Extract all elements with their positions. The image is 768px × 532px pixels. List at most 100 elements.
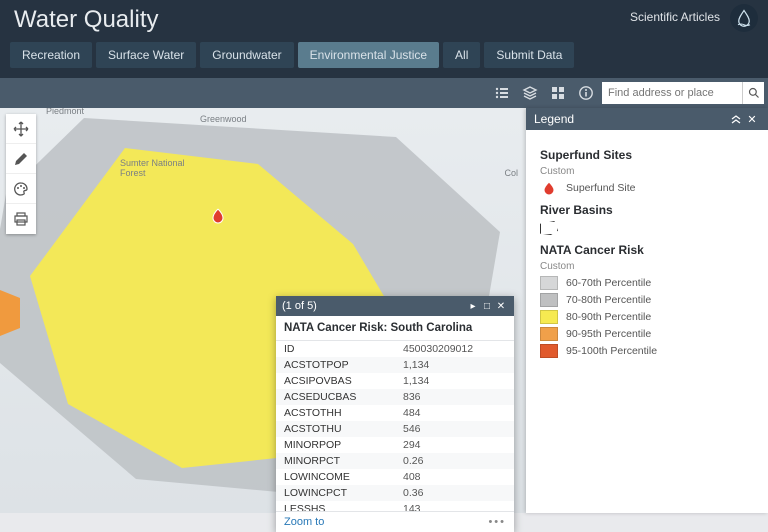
attribute-value: 408 (395, 469, 514, 485)
attribute-key: ACSTOTHU (276, 421, 395, 437)
attribute-value: 294 (395, 437, 514, 453)
attribute-key: ACSTOTPOP (276, 357, 395, 373)
printer-icon (13, 211, 29, 227)
legend-button[interactable] (490, 81, 514, 105)
attribute-key: LOWINCPCT (276, 485, 395, 501)
attribute-row: ACSEDUCBAS836 (276, 389, 514, 405)
label-sumter-nf: Sumter National Forest (120, 158, 190, 178)
list-icon (494, 85, 510, 101)
legend-basins-heading: River Basins (540, 203, 754, 217)
pan-tool[interactable] (6, 114, 36, 144)
superfund-swatch (540, 181, 558, 195)
legend-title: Legend (534, 112, 574, 126)
label-piedmont: Piedmont (46, 108, 84, 116)
attribute-key: ACSEDUCBAS (276, 389, 395, 405)
tab-environmental-justice[interactable]: Environmental Justice (298, 42, 439, 68)
legend-superfund-heading: Superfund Sites (540, 148, 754, 162)
info-button[interactable] (574, 81, 598, 105)
feature-popup: (1 of 5) ▸ □ ✕ NATA Cancer Risk: South C… (276, 296, 514, 532)
attribute-value: 1,134 (395, 373, 514, 389)
popup-header[interactable]: (1 of 5) ▸ □ ✕ (276, 296, 514, 316)
legend-panel: Legend ✕ Superfund Sites Custom Superfun… (526, 108, 768, 513)
legend-nata-item: 60-70th Percentile (540, 276, 754, 290)
tab-surface-water[interactable]: Surface Water (96, 42, 196, 68)
tab-submit-data[interactable]: Submit Data (484, 42, 574, 68)
legend-collapse-button[interactable] (728, 114, 744, 124)
legend-nata-item: 90-95th Percentile (540, 327, 754, 341)
attribute-value: 0.36 (395, 485, 514, 501)
attribute-key: MINORPCT (276, 453, 395, 469)
attribute-value: 450030209012 (395, 341, 514, 357)
basin-swatch (540, 221, 558, 235)
nata-label: 70-80th Percentile (566, 294, 651, 306)
legend-header[interactable]: Legend ✕ (526, 108, 768, 130)
superfund-icon (540, 181, 558, 195)
zoom-to-link[interactable]: Zoom to (284, 516, 324, 528)
attribute-row: ACSTOTHH484 (276, 405, 514, 421)
grid-icon (550, 85, 566, 101)
popup-prev-button[interactable]: ▸ (466, 301, 480, 312)
attribute-row: ACSTOTPOP1,134 (276, 357, 514, 373)
app-title: Water Quality (14, 6, 158, 34)
attribute-row: LOWINCPCT0.36 (276, 485, 514, 501)
legend-nata-item: 95-100th Percentile (540, 344, 754, 358)
attribute-row: LESSHS143 (276, 501, 514, 511)
search-container (602, 82, 764, 104)
tool-palette (6, 114, 36, 234)
legend-basin-item (540, 221, 754, 235)
print-tool[interactable] (6, 204, 36, 234)
attribute-row: LOWINCOME408 (276, 469, 514, 485)
attribute-value: 836 (395, 389, 514, 405)
legend-superfund-item: Superfund Site (540, 181, 754, 195)
search-input[interactable] (602, 82, 742, 104)
attribute-key: LOWINCOME (276, 469, 395, 485)
layers-icon (522, 85, 538, 101)
nata-swatch (540, 293, 558, 307)
attribute-value: 0.26 (395, 453, 514, 469)
nata-swatch (540, 310, 558, 324)
attribute-value: 143 (395, 501, 514, 511)
tab-groundwater[interactable]: Groundwater (200, 42, 293, 68)
droplet-logo[interactable] (730, 4, 758, 32)
search-button[interactable] (742, 82, 764, 104)
attribute-value: 484 (395, 405, 514, 421)
layers-button[interactable] (518, 81, 542, 105)
attribute-row: ACSIPOVBAS1,134 (276, 373, 514, 389)
attribute-row: ID450030209012 (276, 341, 514, 357)
popup-footer: Zoom to ••• (276, 511, 514, 532)
nata-swatch (540, 327, 558, 341)
grid-button[interactable] (546, 81, 570, 105)
droplet-icon (735, 9, 753, 27)
superfund-icon (210, 208, 226, 224)
draw-tool[interactable] (6, 144, 36, 174)
nata-label: 60-70th Percentile (566, 277, 651, 289)
superfund-marker[interactable] (210, 208, 226, 224)
attribute-key: MINORPOP (276, 437, 395, 453)
attribute-row: ACSTOTHU546 (276, 421, 514, 437)
legend-close-button[interactable]: ✕ (744, 113, 760, 126)
popup-close-button[interactable]: ✕ (494, 301, 508, 312)
attribute-key: ACSTOTHH (276, 405, 395, 421)
legend-nata-item: 70-80th Percentile (540, 293, 754, 307)
popup-title: NATA Cancer Risk: South Carolina (276, 316, 514, 341)
app-header: Water Quality Scientific Articles Recrea… (0, 0, 768, 78)
attribute-key: ID (276, 341, 395, 357)
popup-counter: (1 of 5) (282, 300, 317, 312)
legend-superfund-label: Superfund Site (566, 182, 635, 194)
legend-superfund-sub: Custom (540, 166, 754, 177)
popup-maximize-button[interactable]: □ (480, 301, 494, 312)
nata-swatch (540, 276, 558, 290)
scientific-articles-link[interactable]: Scientific Articles (630, 10, 720, 24)
legend-nata-sub: Custom (540, 261, 754, 272)
map-toolbar (0, 78, 768, 108)
nata-label: 80-90th Percentile (566, 311, 651, 323)
style-tool[interactable] (6, 174, 36, 204)
attribute-table: ID450030209012ACSTOTPOP1,134ACSIPOVBAS1,… (276, 341, 514, 511)
tab-recreation[interactable]: Recreation (10, 42, 92, 68)
chevron-double-up-icon (731, 114, 741, 124)
arrows-icon (13, 121, 29, 137)
attribute-row: MINORPOP294 (276, 437, 514, 453)
popup-body[interactable]: ID450030209012ACSTOTPOP1,134ACSIPOVBAS1,… (276, 341, 514, 511)
popup-actions-button[interactable]: ••• (488, 516, 506, 528)
tab-all[interactable]: All (443, 42, 480, 68)
